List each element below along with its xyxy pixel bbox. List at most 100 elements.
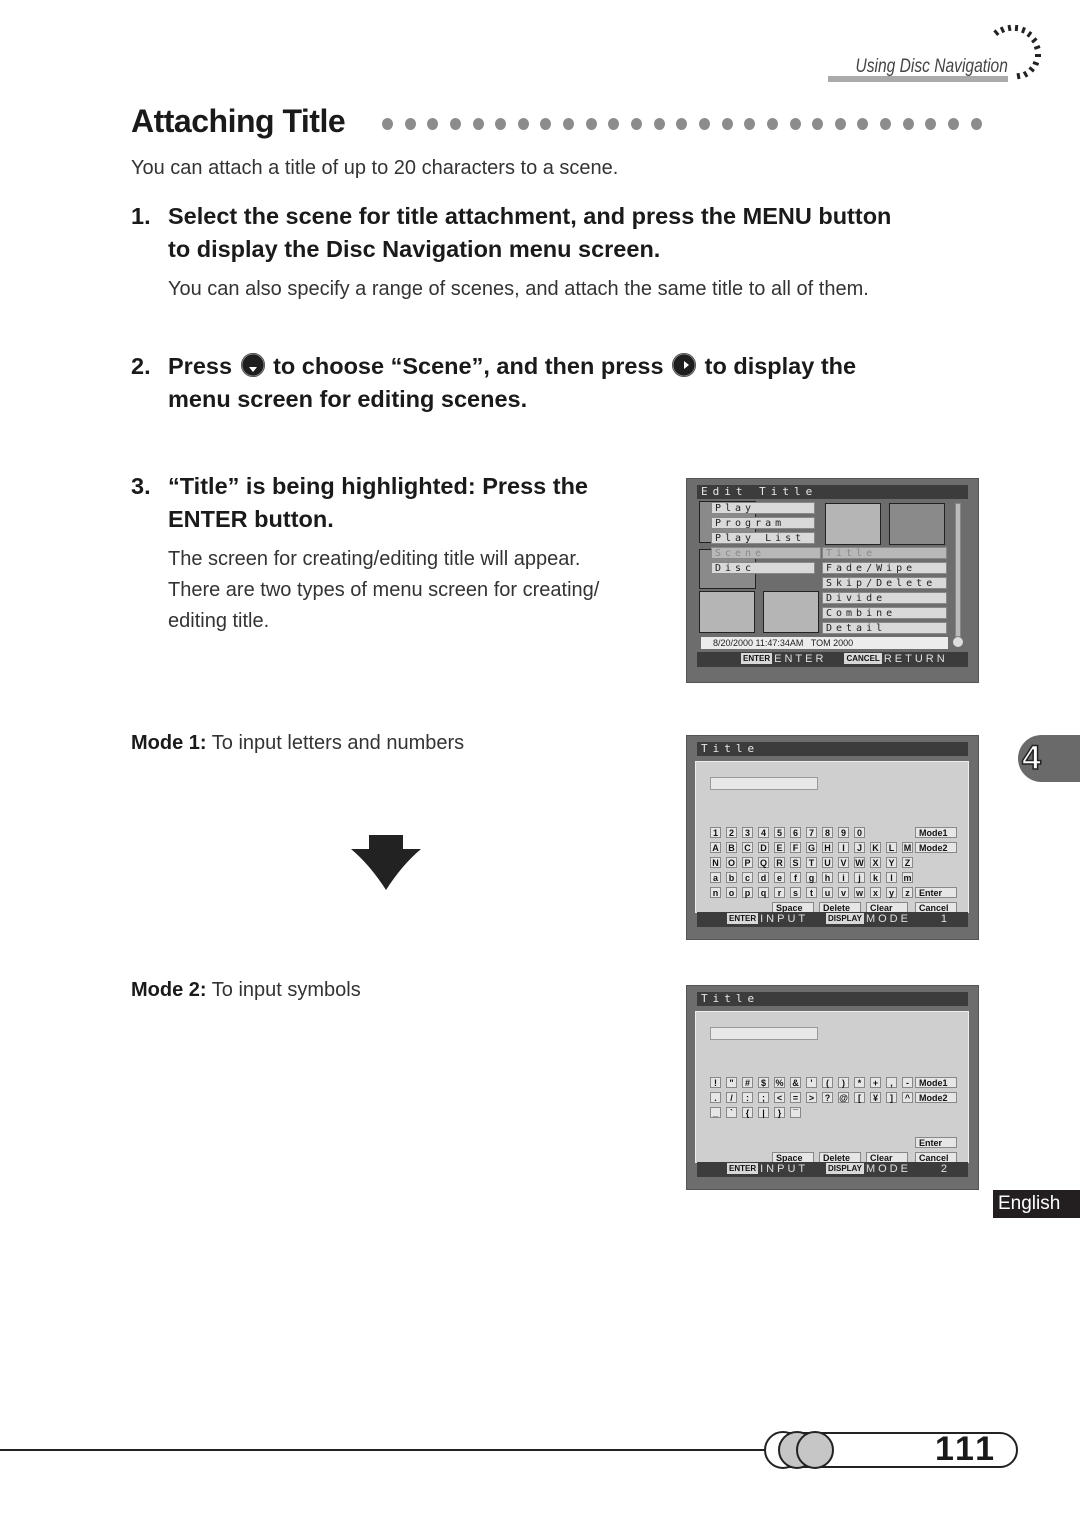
key-button[interactable]: l [886,872,897,883]
key-button[interactable]: Z [902,857,913,868]
key-button[interactable]: ¥ [870,1092,881,1103]
key-button[interactable]: i [838,872,849,883]
key-button[interactable]: 7 [806,827,817,838]
enter-button[interactable]: Enter [915,1137,957,1148]
key-button[interactable]: F [790,842,801,853]
menu-item-play-list[interactable]: Play List [711,532,815,544]
key-button[interactable]: > [806,1092,817,1103]
key-button[interactable]: < [774,1092,785,1103]
key-button[interactable]: E [774,842,785,853]
key-button[interactable]: A [710,842,721,853]
key-button[interactable]: 1 [710,827,721,838]
key-button[interactable]: ! [710,1077,721,1088]
key-button[interactable]: / [726,1092,737,1103]
key-button[interactable]: J [854,842,865,853]
key-button[interactable]: U [822,857,833,868]
key-button[interactable]: ` [726,1107,737,1118]
key-button[interactable]: # [742,1077,753,1088]
key-button[interactable]: N [710,857,721,868]
key-button[interactable]: - [902,1077,913,1088]
key-button[interactable]: 0 [854,827,865,838]
key-button[interactable]: 6 [790,827,801,838]
key-button[interactable]: _ [710,1107,721,1118]
key-button[interactable]: , [886,1077,897,1088]
key-button[interactable]: h [822,872,833,883]
key-button[interactable]: j [854,872,865,883]
key-button[interactable]: X [870,857,881,868]
key-button[interactable]: y [886,887,897,898]
key-button[interactable]: r [774,887,785,898]
submenu-item-title[interactable]: Title [822,547,947,559]
key-button[interactable]: { [742,1107,753,1118]
enter-button[interactable]: Enter [915,887,957,898]
key-button[interactable]: } [774,1107,785,1118]
key-button[interactable]: 5 [774,827,785,838]
key-button[interactable]: H [822,842,833,853]
mode2-button[interactable]: Mode2 [915,1092,957,1103]
key-button[interactable]: : [742,1092,753,1103]
key-button[interactable]: P [742,857,753,868]
key-button[interactable]: ; [758,1092,769,1103]
key-button[interactable]: [ [854,1092,865,1103]
key-button[interactable]: B [726,842,737,853]
key-button[interactable]: a [710,872,721,883]
submenu-item-skip-delete[interactable]: Skip/Delete [822,577,947,589]
key-button[interactable]: Q [758,857,769,868]
key-button[interactable]: S [790,857,801,868]
submenu-item-combine[interactable]: Combine [822,607,947,619]
key-button[interactable]: W [854,857,865,868]
submenu-item-divide[interactable]: Divide [822,592,947,604]
title-input[interactable] [710,777,818,790]
key-button[interactable]: V [838,857,849,868]
key-button[interactable]: 3 [742,827,753,838]
key-button[interactable]: * [854,1077,865,1088]
key-button[interactable]: ) [838,1077,849,1088]
submenu-item-detail[interactable]: Detail [822,622,947,634]
key-button[interactable]: k [870,872,881,883]
key-button[interactable]: d [758,872,769,883]
key-button[interactable]: = [790,1092,801,1103]
key-button[interactable]: O [726,857,737,868]
key-button[interactable]: D [758,842,769,853]
mode2-button[interactable]: Mode2 [915,842,957,853]
key-button[interactable]: w [854,887,865,898]
key-button[interactable]: n [710,887,721,898]
key-button[interactable]: 8 [822,827,833,838]
key-button[interactable]: L [886,842,897,853]
key-button[interactable]: $ [758,1077,769,1088]
key-button[interactable]: q [758,887,769,898]
key-button[interactable]: & [790,1077,801,1088]
key-button[interactable]: Y [886,857,897,868]
key-button[interactable]: e [774,872,785,883]
menu-item-program[interactable]: Program [711,517,815,529]
key-button[interactable]: g [806,872,817,883]
key-button[interactable]: @ [838,1092,849,1103]
key-button[interactable]: 9 [838,827,849,838]
key-button[interactable]: s [790,887,801,898]
key-button[interactable]: ¯ [790,1107,801,1118]
key-button[interactable]: ( [822,1077,833,1088]
key-button[interactable]: ^ [902,1092,913,1103]
key-button[interactable]: K [870,842,881,853]
key-button[interactable]: C [742,842,753,853]
mode1-button[interactable]: Mode1 [915,1077,957,1088]
key-button[interactable]: v [838,887,849,898]
key-button[interactable]: m [902,872,913,883]
key-button[interactable]: b [726,872,737,883]
key-button[interactable]: | [758,1107,769,1118]
key-button[interactable]: 2 [726,827,737,838]
key-button[interactable]: % [774,1077,785,1088]
menu-item-disc[interactable]: Disc [711,562,815,574]
menu-item-scene[interactable]: Scene [711,547,821,559]
key-button[interactable]: 4 [758,827,769,838]
key-button[interactable]: u [822,887,833,898]
key-button[interactable]: ' [806,1077,817,1088]
title-input[interactable] [710,1027,818,1040]
key-button[interactable]: z [902,887,913,898]
menu-item-play[interactable]: Play [711,502,815,514]
key-button[interactable]: t [806,887,817,898]
scrollbar[interactable] [955,503,961,637]
key-button[interactable]: " [726,1077,737,1088]
key-button[interactable]: ? [822,1092,833,1103]
key-button[interactable]: ] [886,1092,897,1103]
